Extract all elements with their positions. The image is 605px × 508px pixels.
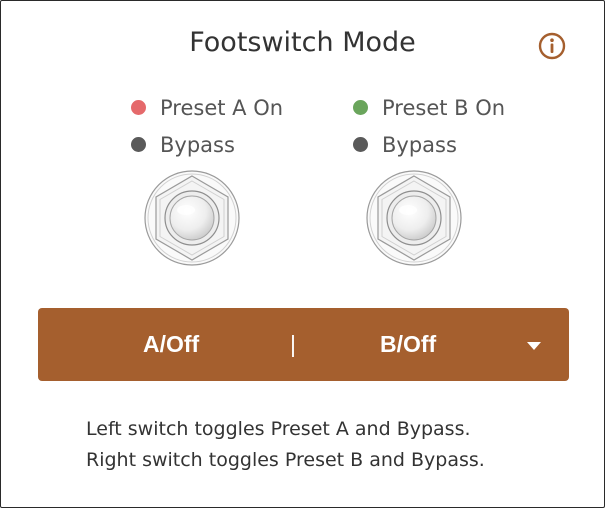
preset-b-on-label: Preset B On xyxy=(382,95,506,120)
bypass-indicator-dot xyxy=(131,137,146,152)
switch-b-legend: Preset B On Bypass xyxy=(353,89,505,163)
footswitch-a-icon xyxy=(144,170,240,266)
info-icon[interactable] xyxy=(538,32,566,60)
bypass-a-label: Bypass xyxy=(160,132,235,157)
footswitch-mode-panel: Footswitch Mode Preset A On Bypass Prese… xyxy=(0,0,605,508)
mode-description: Left switch toggles Preset A and Bypass.… xyxy=(86,414,485,476)
preset-a-on-label: Preset A On xyxy=(160,95,284,120)
mode-right-value: B/Off xyxy=(380,331,437,357)
preset-b-indicator-dot xyxy=(353,100,368,115)
legend-row-bypass-a: Bypass xyxy=(131,126,283,163)
footswitch-b-icon xyxy=(366,170,462,266)
page-title: Footswitch Mode xyxy=(189,27,416,58)
description-line-1: Left switch toggles Preset A and Bypass. xyxy=(86,418,471,440)
bypass-b-label: Bypass xyxy=(382,132,457,157)
switch-a-legend: Preset A On Bypass xyxy=(131,89,283,163)
bypass-indicator-dot xyxy=(353,137,368,152)
footswitch-mode-dropdown[interactable]: A/Off | B/Off xyxy=(38,308,569,381)
mode-separator: | xyxy=(290,331,296,357)
description-line-2: Right switch toggles Preset B and Bypass… xyxy=(86,449,485,471)
mode-left-value: A/Off xyxy=(143,331,200,357)
legend-row-preset-a: Preset A On xyxy=(131,89,283,126)
preset-a-indicator-dot xyxy=(131,100,146,115)
caret-down-icon xyxy=(527,342,541,350)
legend-row-bypass-b: Bypass xyxy=(353,126,505,163)
legend-row-preset-b: Preset B On xyxy=(353,89,505,126)
